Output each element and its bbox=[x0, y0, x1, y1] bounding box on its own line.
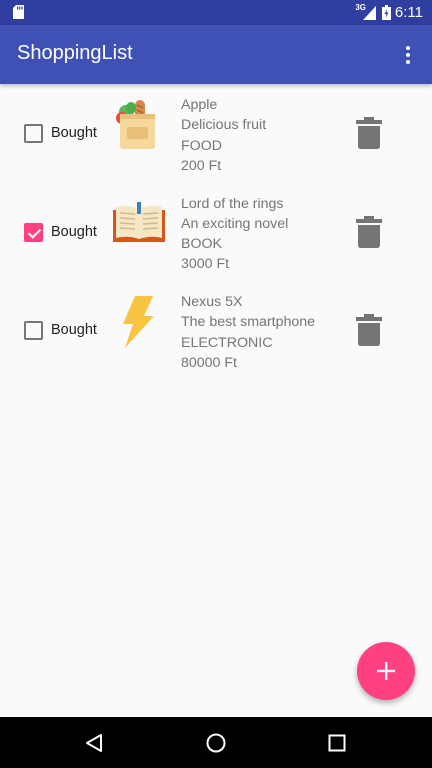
grocery-bag-icon bbox=[116, 100, 155, 149]
bought-checkbox[interactable] bbox=[24, 222, 43, 242]
item-price: 80000 Ft bbox=[181, 354, 238, 371]
app-bar: ShoppingList bbox=[0, 25, 432, 84]
item-description: The best smartphone bbox=[181, 314, 316, 331]
list-item: Bought Apple Delicious fruit FOOD 200 Ft bbox=[0, 84, 432, 183]
recent-apps-icon[interactable] bbox=[328, 734, 346, 752]
delete-icon[interactable] bbox=[356, 117, 382, 149]
delete-icon[interactable] bbox=[356, 215, 382, 248]
item-description: An exciting novel bbox=[181, 215, 289, 232]
item-price: 200 Ft bbox=[181, 157, 222, 174]
add-item-button[interactable] bbox=[357, 642, 415, 700]
item-name: Lord of the rings bbox=[181, 195, 284, 212]
list-item: Bought Nexus 5X The best smartphone ELEC… bbox=[0, 281, 432, 380]
back-icon[interactable] bbox=[84, 733, 104, 753]
shopping-list: Bought Apple Delicious fruit FOOD 200 Ft bbox=[0, 84, 432, 380]
item-details: Apple Delicious fruit FOOD 200 Ft bbox=[181, 95, 266, 176]
clock: 6:11 bbox=[394, 4, 423, 21]
navigation-bar bbox=[0, 717, 432, 768]
battery-icon bbox=[382, 5, 391, 20]
bought-label: Bought bbox=[51, 322, 97, 338]
item-name: Nexus 5X bbox=[181, 294, 243, 310]
item-category: ELECTRONIC bbox=[181, 334, 273, 351]
overflow-menu-icon[interactable] bbox=[396, 43, 420, 67]
item-details: Nexus 5X The best smartphone ELECTRONIC … bbox=[181, 292, 315, 373]
sd-card-icon bbox=[13, 5, 24, 19]
item-category: BOOK bbox=[181, 236, 222, 253]
item-category: FOOD bbox=[181, 137, 222, 154]
lightning-bolt-icon bbox=[123, 296, 154, 348]
bought-label: Bought bbox=[51, 223, 97, 240]
item-price: 3000 Ft bbox=[181, 256, 230, 273]
item-details: Lord of the rings An exciting novel BOOK… bbox=[181, 194, 288, 275]
delete-icon[interactable] bbox=[356, 314, 382, 346]
app-title: ShoppingList bbox=[17, 42, 133, 64]
open-book-icon bbox=[113, 201, 165, 242]
home-icon[interactable] bbox=[206, 733, 226, 753]
bought-label: Bought bbox=[51, 125, 97, 141]
signal-icon bbox=[363, 6, 376, 20]
status-bar: 3G 6:11 bbox=[0, 0, 432, 25]
bought-checkbox[interactable] bbox=[24, 124, 43, 143]
plus-icon bbox=[377, 662, 395, 680]
item-name: Apple bbox=[181, 97, 218, 113]
item-description: Delicious fruit bbox=[181, 117, 267, 134]
bought-checkbox[interactable] bbox=[24, 321, 43, 340]
list-item: Bought Lord of the rings An exciting nov… bbox=[0, 183, 432, 282]
